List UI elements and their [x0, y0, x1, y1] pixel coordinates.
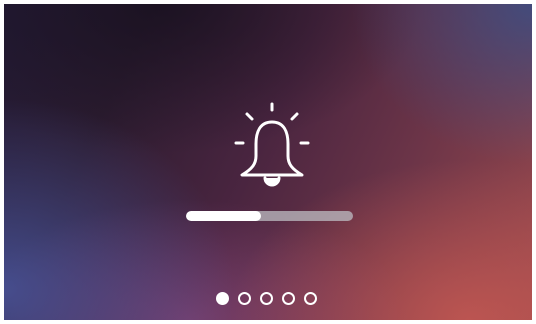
page-indicator[interactable] [216, 291, 317, 305]
notification-screen [4, 4, 532, 320]
progress-bar [186, 211, 353, 221]
progress-fill [186, 211, 262, 221]
page-dot[interactable] [282, 291, 295, 305]
page-dot[interactable] [238, 291, 251, 305]
page-dot[interactable] [304, 291, 317, 305]
page-dot[interactable] [260, 291, 273, 305]
bell-icon [230, 98, 314, 190]
page-dot[interactable] [216, 291, 229, 305]
